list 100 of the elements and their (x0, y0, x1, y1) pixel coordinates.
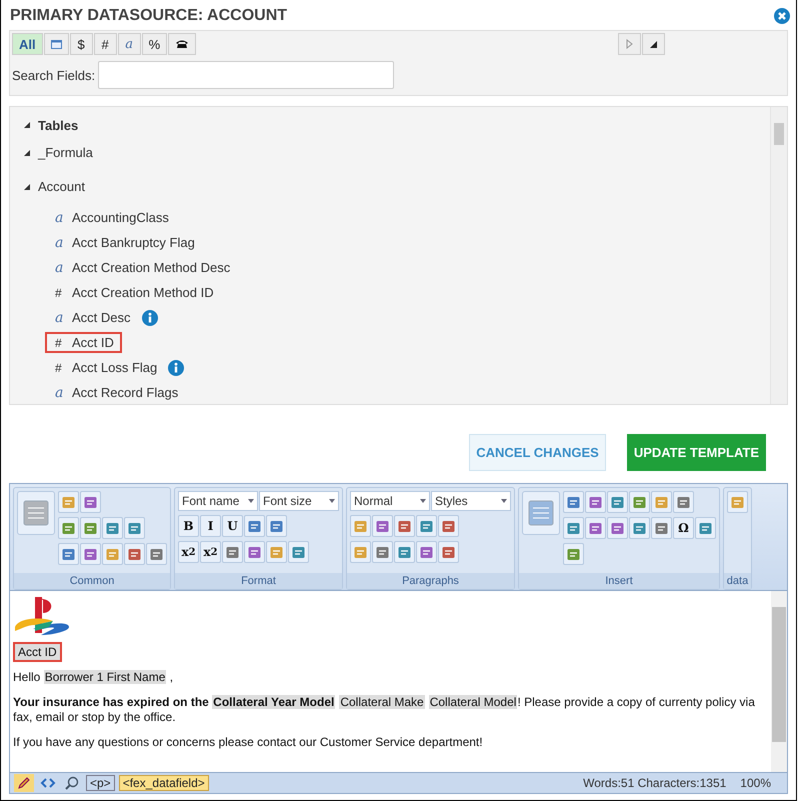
phone-filter-button[interactable] (168, 33, 196, 55)
filter-button[interactable]: All (12, 33, 43, 55)
triangle-icon (650, 40, 657, 48)
collapse-button[interactable] (642, 33, 665, 55)
format-button[interactable]: I (200, 515, 221, 537)
filter-button[interactable]: # (94, 33, 117, 55)
toolbar-button[interactable] (607, 517, 628, 539)
toolbar-button[interactable] (244, 541, 265, 563)
filter-button[interactable]: a (118, 33, 141, 55)
style-dropdown[interactable]: Normal (350, 491, 430, 511)
close-icon[interactable] (774, 8, 790, 24)
field-item[interactable]: a AccountingClass (45, 206, 177, 228)
toolbar-button[interactable] (58, 543, 79, 565)
type-glyph: # (55, 360, 63, 374)
toolbar-button[interactable] (629, 517, 650, 539)
style-dropdown[interactable]: Font name (178, 491, 258, 511)
filter-button[interactable]: % (142, 33, 168, 55)
dropdown-value: Font name (182, 494, 240, 508)
toolbar-button[interactable] (80, 491, 101, 513)
field-label: AccountingClass (72, 210, 169, 225)
toolbar-button[interactable] (350, 515, 371, 537)
field-item[interactable]: # Acct ID (45, 332, 122, 353)
info-icon[interactable] (142, 310, 158, 326)
toolbar-button[interactable] (80, 517, 101, 539)
format-button[interactable]: B (178, 515, 199, 537)
search-label: Search Fields: (12, 68, 96, 82)
toolbar-button[interactable] (438, 515, 459, 537)
tag-selector[interactable]: <fex_datafield> (118, 775, 209, 791)
toolbar-button[interactable] (266, 515, 287, 537)
type-glyph: # (55, 336, 63, 350)
toolbar-button[interactable] (727, 491, 748, 513)
expanded-icon[interactable] (24, 150, 30, 156)
toolbar-button[interactable] (244, 515, 265, 537)
field-item[interactable]: a Acct Record Flags (45, 382, 186, 404)
field-item[interactable]: a Acct Creation Method Desc (45, 256, 238, 278)
toolbar-button[interactable] (288, 541, 309, 563)
toolbar-button[interactable] (124, 517, 145, 539)
caret-icon (420, 499, 426, 503)
dropdown-value: Normal (354, 494, 393, 508)
filter-button[interactable]: $ (70, 33, 93, 55)
toolbar-button[interactable] (651, 491, 672, 513)
toolbar-button[interactable] (438, 541, 459, 563)
expanded-icon[interactable] (24, 122, 30, 128)
toolbar-button[interactable] (17, 491, 55, 535)
toolbar-button[interactable] (372, 541, 393, 563)
toolbar-button[interactable] (563, 543, 584, 565)
toolbar-button[interactable] (124, 543, 145, 565)
code-icon (40, 777, 56, 789)
dropdown-value: Styles (435, 494, 468, 508)
style-dropdown[interactable]: Styles (431, 491, 511, 511)
scrollbar[interactable] (770, 107, 787, 404)
toolbar-button[interactable] (416, 515, 437, 537)
tree-node[interactable]: Account (38, 179, 85, 194)
toolbar-button[interactable] (102, 543, 123, 565)
toolbar-button[interactable] (522, 491, 560, 535)
toolbar-button[interactable] (695, 517, 716, 539)
group-label: Format (175, 573, 342, 589)
toolbar-button[interactable] (585, 517, 606, 539)
format-button[interactable]: U (222, 515, 243, 537)
tree-node[interactable]: _Formula (38, 145, 93, 160)
info-icon[interactable] (168, 360, 184, 376)
toolbar-button[interactable] (563, 517, 584, 539)
toolbar-button[interactable] (222, 541, 243, 563)
toolbar-button[interactable] (102, 517, 123, 539)
scrollbar[interactable] (771, 591, 787, 772)
search-field[interactable] (98, 61, 394, 89)
group-label: data (724, 573, 751, 589)
field-item[interactable]: # Acct Creation Method ID (45, 282, 222, 303)
field-item[interactable]: a Acct Bankruptcy Flag (45, 232, 203, 254)
type-glyph: a (55, 260, 64, 276)
toolbar-button[interactable] (416, 541, 437, 563)
field-label: Acct Creation Method ID (72, 285, 214, 300)
expanded-icon[interactable] (24, 184, 30, 190)
toolbar-button[interactable] (563, 491, 584, 513)
style-dropdown[interactable]: Font size (259, 491, 339, 511)
tag-selector[interactable]: <p> (86, 775, 115, 791)
field-item[interactable]: # Acct Loss Flag (45, 357, 166, 378)
toolbar-button[interactable] (394, 541, 415, 563)
toolbar-button[interactable] (58, 491, 79, 513)
toolbar-button[interactable] (266, 541, 287, 563)
date-filter-button[interactable] (44, 33, 69, 55)
toolbar-button[interactable] (629, 491, 650, 513)
toolbar-button[interactable] (394, 515, 415, 537)
pencil-icon (17, 776, 31, 790)
toolbar-button[interactable] (607, 491, 628, 513)
toolbar-button[interactable] (585, 491, 606, 513)
design-mode-button[interactable] (14, 774, 34, 792)
toolbar-button[interactable] (146, 543, 167, 565)
format-button[interactable]: Ω (673, 517, 694, 539)
toolbar-button[interactable] (58, 517, 79, 539)
tree-node[interactable]: Tables (38, 118, 78, 132)
group-label: Common (14, 573, 170, 589)
toolbar-button[interactable] (372, 515, 393, 537)
calendar-icon (50, 40, 62, 48)
toolbar-button[interactable] (80, 543, 101, 565)
toolbar-button[interactable] (651, 517, 672, 539)
toolbar-button[interactable] (350, 541, 371, 563)
zoom-level: 100% (740, 776, 771, 790)
field-item[interactable]: a Acct Desc (45, 306, 139, 328)
toolbar-button[interactable] (673, 491, 694, 513)
